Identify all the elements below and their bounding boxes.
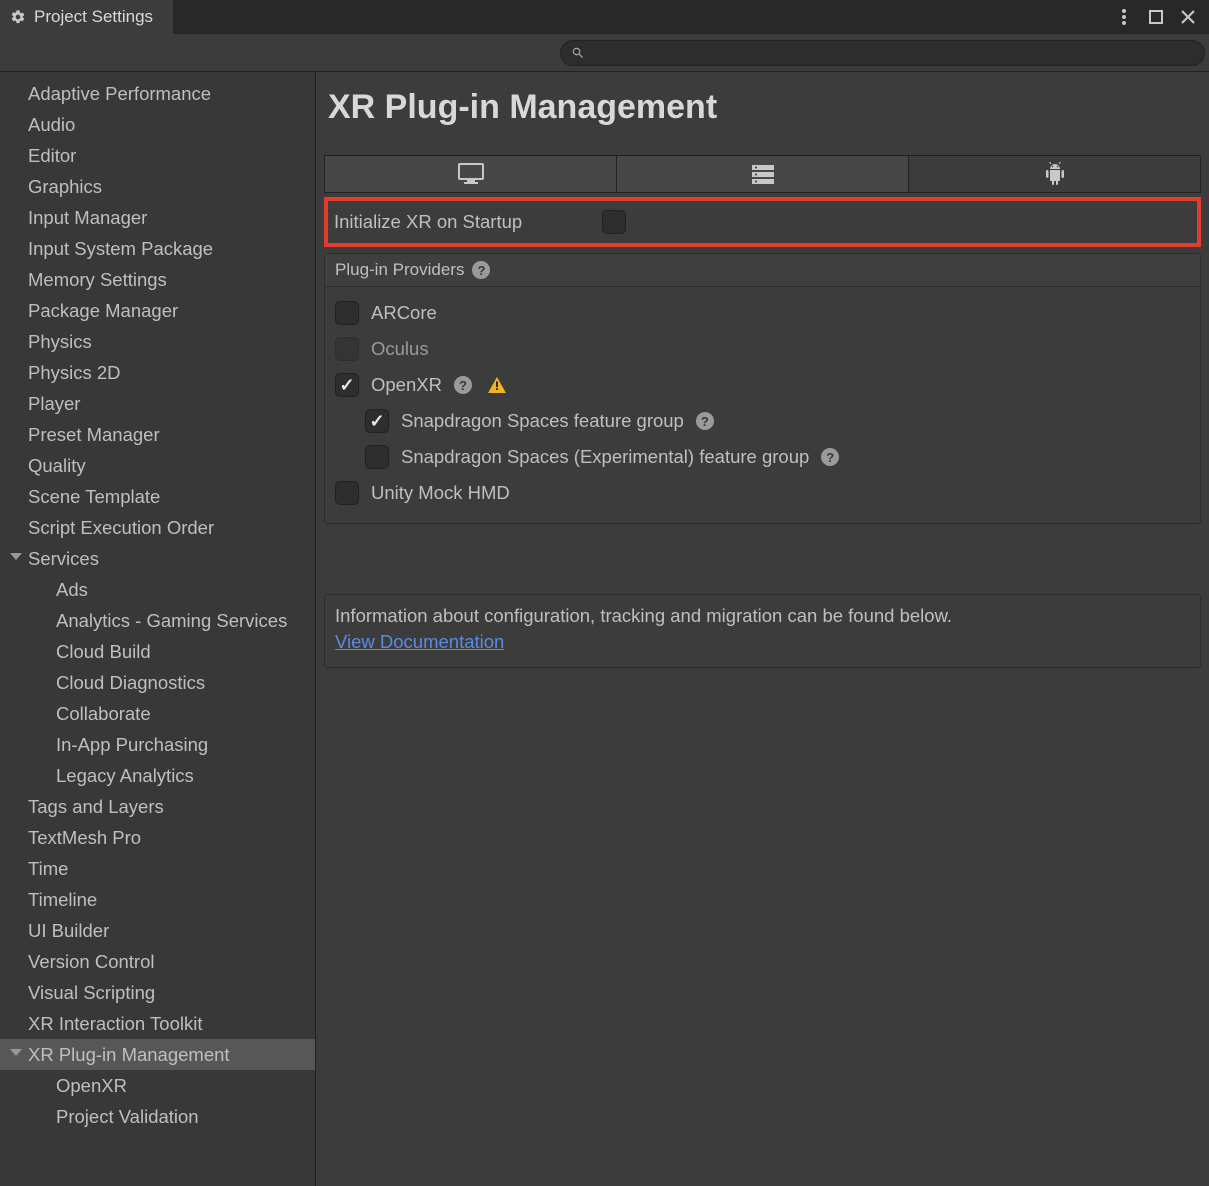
sidebar-item-openxr[interactable]: OpenXR (0, 1070, 315, 1101)
tab-android[interactable] (909, 156, 1200, 192)
help-icon[interactable]: ? (821, 448, 839, 466)
content-area: XR Plug-in Management Initialize XR on S… (316, 72, 1209, 1186)
help-icon[interactable]: ? (454, 376, 472, 394)
main-area: Adaptive PerformanceAudioEditorGraphicsI… (0, 72, 1209, 1186)
providers-list: ARCoreOculusOpenXR?Snapdragon Spaces fea… (325, 287, 1200, 523)
sidebar-item-time[interactable]: Time (0, 853, 315, 884)
sidebar-item-textmesh-pro[interactable]: TextMesh Pro (0, 822, 315, 853)
sidebar-item-preset-manager[interactable]: Preset Manager (0, 419, 315, 450)
sidebar-item-editor[interactable]: Editor (0, 140, 315, 171)
provider-checkbox[interactable] (335, 481, 359, 505)
sidebar-item-version-control[interactable]: Version Control (0, 946, 315, 977)
sidebar-item-ui-builder[interactable]: UI Builder (0, 915, 315, 946)
provider-unity-mock-hmd: Unity Mock HMD (335, 475, 1190, 511)
sidebar-item-player[interactable]: Player (0, 388, 315, 419)
maximize-icon[interactable] (1147, 8, 1165, 26)
sidebar-item-input-system-package[interactable]: Input System Package (0, 233, 315, 264)
sidebar-item-visual-scripting[interactable]: Visual Scripting (0, 977, 315, 1008)
sidebar-item-collaborate[interactable]: Collaborate (0, 698, 315, 729)
sidebar-item-scene-template[interactable]: Scene Template (0, 481, 315, 512)
title-bar: Project Settings (0, 0, 1209, 34)
search-icon (571, 46, 585, 60)
platform-tabs (324, 155, 1201, 193)
sidebar-item-memory-settings[interactable]: Memory Settings (0, 264, 315, 295)
help-icon[interactable]: ? (472, 261, 490, 279)
sidebar-item-project-validation[interactable]: Project Validation (0, 1101, 315, 1132)
provider-checkbox (335, 337, 359, 361)
server-icon (750, 163, 776, 185)
sidebar-item-script-execution-order[interactable]: Script Execution Order (0, 512, 315, 543)
provider-label: Oculus (371, 338, 429, 360)
sidebar-item-legacy-analytics[interactable]: Legacy Analytics (0, 760, 315, 791)
view-documentation-link[interactable]: View Documentation (335, 631, 504, 652)
close-icon[interactable] (1179, 8, 1197, 26)
desktop-icon (458, 163, 484, 185)
sidebar-item-services[interactable]: Services (0, 543, 315, 574)
info-box: Information about configuration, trackin… (324, 594, 1201, 668)
sidebar-item-graphics[interactable]: Graphics (0, 171, 315, 202)
provider-checkbox[interactable] (365, 409, 389, 433)
initialize-xr-label: Initialize XR on Startup (334, 211, 522, 233)
tab-desktop[interactable] (325, 156, 617, 192)
android-icon (1044, 162, 1066, 186)
sidebar-item-quality[interactable]: Quality (0, 450, 315, 481)
sidebar-item-tags-and-layers[interactable]: Tags and Layers (0, 791, 315, 822)
sidebar-item-cloud-diagnostics[interactable]: Cloud Diagnostics (0, 667, 315, 698)
sidebar-item-adaptive-performance[interactable]: Adaptive Performance (0, 78, 315, 109)
sidebar-item-in-app-purchasing[interactable]: In-App Purchasing (0, 729, 315, 760)
window-title: Project Settings (34, 7, 153, 27)
sidebar-item-xr-plug-in-management[interactable]: XR Plug-in Management (0, 1039, 315, 1070)
providers-header: Plug-in Providers ? (325, 254, 1200, 287)
sidebar-item-cloud-build[interactable]: Cloud Build (0, 636, 315, 667)
search-row (0, 34, 1209, 72)
settings-sidebar: Adaptive PerformanceAudioEditorGraphicsI… (0, 72, 316, 1186)
provider-label: Snapdragon Spaces (Experimental) feature… (401, 446, 809, 468)
providers-panel: Plug-in Providers ? ARCoreOculusOpenXR?S… (324, 253, 1201, 524)
warning-icon (488, 377, 506, 393)
provider-label: ARCore (371, 302, 437, 324)
provider-checkbox[interactable] (335, 301, 359, 325)
info-text: Information about configuration, trackin… (335, 603, 1190, 629)
sidebar-item-physics-2d[interactable]: Physics 2D (0, 357, 315, 388)
provider-snapdragon-spaces-experimental-feature-group: Snapdragon Spaces (Experimental) feature… (335, 439, 1190, 475)
search-field[interactable] (591, 43, 1194, 62)
help-icon[interactable]: ? (696, 412, 714, 430)
sidebar-item-input-manager[interactable]: Input Manager (0, 202, 315, 233)
provider-openxr: OpenXR? (335, 367, 1190, 403)
sidebar-item-timeline[interactable]: Timeline (0, 884, 315, 915)
provider-label: OpenXR (371, 374, 442, 396)
provider-oculus: Oculus (335, 331, 1190, 367)
sidebar-item-xr-interaction-toolkit[interactable]: XR Interaction Toolkit (0, 1008, 315, 1039)
window-controls (1115, 0, 1209, 34)
search-input[interactable] (560, 40, 1205, 66)
gear-icon (10, 9, 26, 25)
sidebar-item-analytics-gaming-services[interactable]: Analytics - Gaming Services (0, 605, 315, 636)
initialize-xr-row: Initialize XR on Startup (324, 197, 1201, 247)
provider-checkbox[interactable] (335, 373, 359, 397)
provider-label: Snapdragon Spaces feature group (401, 410, 684, 432)
sidebar-item-package-manager[interactable]: Package Manager (0, 295, 315, 326)
page-title: XR Plug-in Management (328, 88, 1201, 127)
provider-snapdragon-spaces-feature-group: Snapdragon Spaces feature group? (335, 403, 1190, 439)
tab-server[interactable] (617, 156, 909, 192)
provider-label: Unity Mock HMD (371, 482, 510, 504)
provider-arcore: ARCore (335, 295, 1190, 331)
kebab-menu-icon[interactable] (1115, 8, 1133, 26)
sidebar-item-ads[interactable]: Ads (0, 574, 315, 605)
providers-header-label: Plug-in Providers (335, 260, 464, 280)
sidebar-item-audio[interactable]: Audio (0, 109, 315, 140)
provider-checkbox[interactable] (365, 445, 389, 469)
sidebar-item-physics[interactable]: Physics (0, 326, 315, 357)
initialize-xr-checkbox[interactable] (602, 210, 626, 234)
window-tab[interactable]: Project Settings (0, 0, 173, 34)
